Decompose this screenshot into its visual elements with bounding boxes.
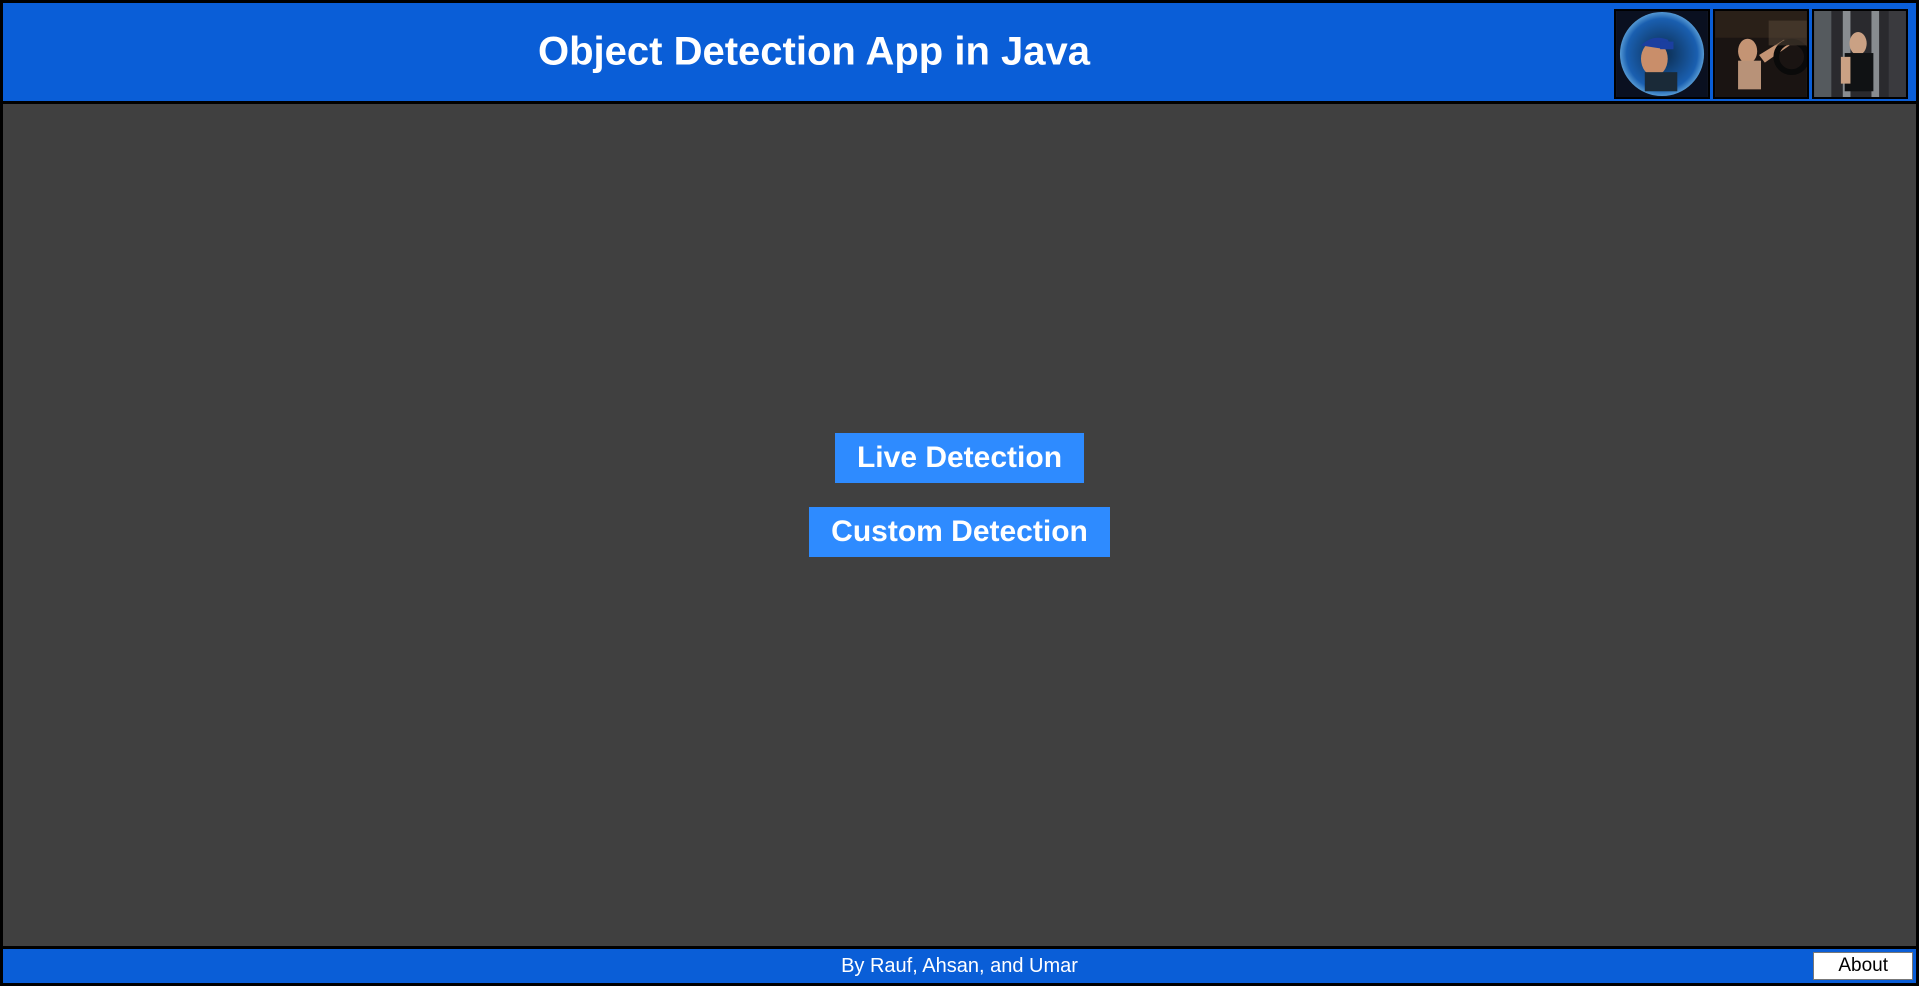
- app-title: Object Detection App in Java: [538, 30, 1090, 75]
- app-header: Object Detection App in Java: [0, 0, 1919, 104]
- thumbnail-3[interactable]: [1812, 9, 1908, 99]
- custom-detection-button[interactable]: Custom Detection: [809, 507, 1110, 557]
- main-content: Live Detection Custom Detection: [0, 104, 1919, 946]
- thumbnail-2[interactable]: [1713, 9, 1809, 99]
- thumbnail-1[interactable]: [1614, 9, 1710, 99]
- live-detection-button[interactable]: Live Detection: [835, 433, 1084, 483]
- about-button[interactable]: About: [1813, 952, 1913, 980]
- header-thumbnails: [1614, 9, 1908, 99]
- action-button-group: Live Detection Custom Detection: [809, 433, 1110, 557]
- footer-credits: By Rauf, Ahsan, and Umar: [841, 955, 1078, 978]
- app-footer: By Rauf, Ahsan, and Umar About: [0, 946, 1919, 986]
